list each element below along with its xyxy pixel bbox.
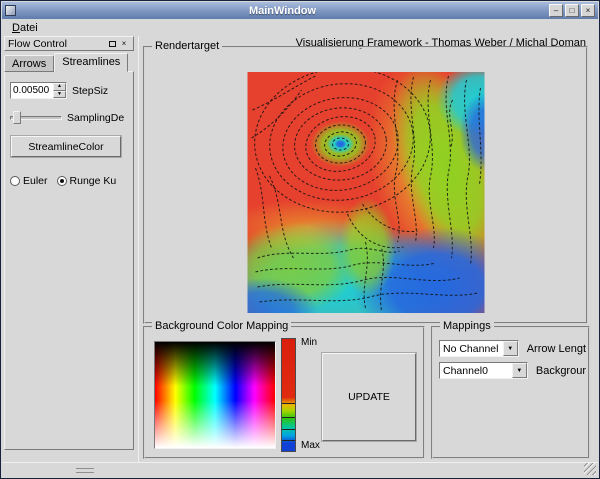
window-controls: – □ × (549, 4, 595, 17)
radio-runge-kutta[interactable]: Runge Ku (57, 175, 117, 187)
radio-euler[interactable]: Euler (10, 175, 48, 187)
arrow-length-label: Arrow Lengt (527, 343, 586, 355)
tab-streamlines[interactable]: Streamlines (54, 53, 128, 72)
rendertarget-group: Rendertarget (143, 46, 588, 324)
update-button[interactable]: UPDATE (322, 353, 416, 441)
client-area: Flow Control × Arrows Streamlines 0.0050… (2, 36, 598, 462)
dock-titlebar[interactable]: Flow Control × (4, 36, 134, 51)
menubar: Datei (2, 19, 598, 36)
background-color-mapping-title: Background Color Mapping (152, 320, 291, 332)
integration-method-group: Euler Runge Ku (10, 175, 128, 187)
statusbar (2, 462, 598, 477)
mappings-group-title: Mappings (440, 320, 494, 332)
main-content: Visualisierung Framework - Thomas Weber … (138, 36, 596, 462)
background-color-mapping-group: Background Color Mapping Min Max UPDATE (143, 326, 425, 459)
flow-control-tabs: Arrows Streamlines (4, 53, 128, 72)
colorbar-min-label: Min (301, 337, 317, 348)
dock-resize-grip[interactable] (76, 468, 94, 473)
radio-euler-label: Euler (23, 175, 48, 187)
mappings-group: Mappings No Channel ▼ Arrow Lengt Channe… (431, 326, 590, 459)
window-resize-grip[interactable] (584, 463, 596, 475)
dock-close-icon[interactable]: × (118, 38, 130, 49)
chevron-down-icon[interactable]: ▼ (512, 363, 527, 378)
background-channel-label: Backgrour (536, 365, 586, 377)
float-glyph (109, 41, 116, 47)
arrow-length-combobox[interactable]: No Channel ▼ (439, 340, 519, 357)
sampling-density-label: SamplingDe (67, 112, 124, 124)
arrow-length-combobox-value[interactable]: No Channel (440, 341, 503, 356)
window-title: MainWindow (20, 5, 545, 17)
flow-field-visualization[interactable] (247, 72, 484, 313)
streamlines-panel: 0.00500 ▲ ▼ StepSiz SamplingDe (4, 71, 134, 450)
radio-euler-circle[interactable] (10, 176, 20, 186)
main-window: MainWindow – □ × Datei Flow Control × Ar… (0, 0, 600, 479)
step-size-spinbox[interactable]: 0.00500 ▲ ▼ (10, 82, 67, 99)
background-channel-combobox[interactable]: Channel0 ▼ (439, 362, 528, 379)
arrow-length-row: No Channel ▼ Arrow Lengt (439, 340, 586, 357)
radio-runge-kutta-circle[interactable] (57, 176, 67, 186)
menu-item-datei[interactable]: Datei (6, 21, 44, 35)
streamline-color-button[interactable]: StreamlineColor (11, 136, 121, 157)
colorbar-max-label: Max (301, 440, 320, 451)
tab-arrows[interactable]: Arrows (4, 55, 54, 72)
hsv-color-picker[interactable] (154, 341, 276, 449)
titlebar[interactable]: MainWindow – □ × (2, 2, 598, 19)
flow-control-dock: Flow Control × Arrows Streamlines 0.0050… (4, 36, 136, 462)
spin-up-icon[interactable]: ▲ (53, 83, 66, 91)
step-size-value[interactable]: 0.00500 (11, 83, 53, 98)
flow-field-svg (247, 72, 484, 313)
spin-arrows: ▲ ▼ (53, 83, 66, 98)
minimize-icon[interactable]: – (549, 4, 563, 17)
radio-runge-kutta-label: Runge Ku (70, 175, 117, 187)
slider-handle[interactable] (13, 111, 21, 124)
background-channel-combobox-value[interactable]: Channel0 (440, 363, 512, 378)
dock-title: Flow Control (8, 38, 106, 50)
maximize-icon[interactable]: □ (565, 4, 579, 17)
spin-down-icon[interactable]: ▼ (53, 91, 66, 99)
window-icon (5, 5, 16, 16)
step-size-label: StepSiz (72, 85, 108, 97)
background-channel-row: Channel0 ▼ Backgrour (439, 362, 586, 379)
sampling-density-slider[interactable] (10, 110, 62, 125)
dock-float-icon[interactable] (106, 38, 118, 49)
rendertarget-group-title: Rendertarget (152, 40, 222, 52)
chevron-down-icon[interactable]: ▼ (503, 341, 518, 356)
close-icon[interactable]: × (581, 4, 595, 17)
transfer-function-colorbar[interactable] (281, 338, 296, 452)
